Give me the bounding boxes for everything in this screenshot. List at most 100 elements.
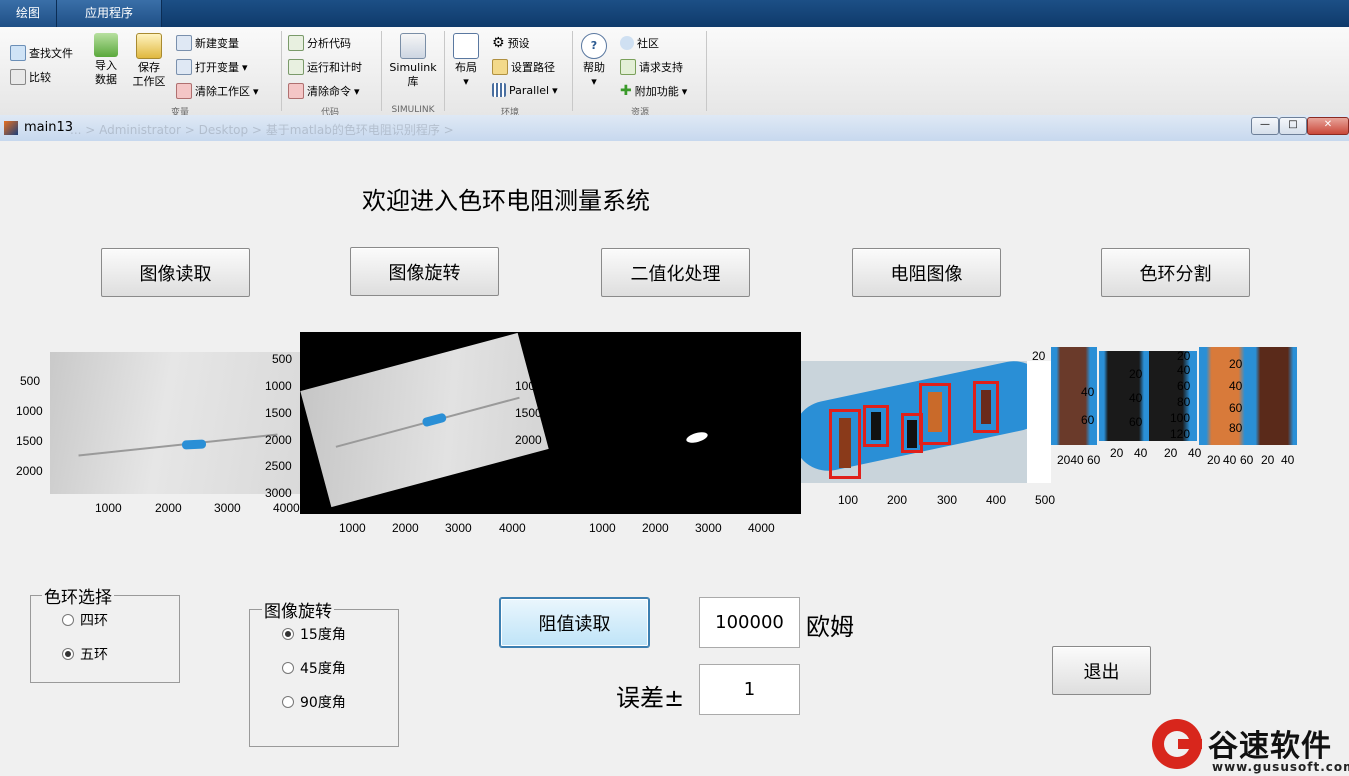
close-button[interactable]: ✕ (1307, 117, 1349, 135)
resistor-image-axes (801, 361, 1027, 483)
divider (572, 31, 573, 111)
clear-commands-button[interactable]: 清除命令 ▾ (288, 83, 360, 99)
radio-45-degree[interactable]: 45度角 (282, 658, 346, 678)
axis-tick: 2500 (265, 459, 292, 473)
save-workspace-icon (136, 33, 162, 59)
analyze-code-icon (288, 35, 304, 51)
page-title: 欢迎进入色环电阻测量系统 (362, 187, 650, 215)
request-support-button[interactable]: 请求支持 (620, 59, 683, 75)
axis-tick: 4000 (273, 501, 300, 515)
axis-tick: 4000 (748, 521, 775, 535)
binary-blob (685, 430, 709, 445)
axis-tick: 300 (937, 493, 958, 507)
radio-90-degree[interactable]: 90度角 (282, 692, 346, 712)
axis-tick: 500 (20, 374, 41, 388)
maximize-button[interactable]: □ (1279, 117, 1307, 135)
axis-tick: 80 (1177, 395, 1191, 409)
set-path-label: 设置路径 (511, 61, 555, 74)
new-variable-button[interactable]: 新建变量 (176, 35, 239, 51)
compare-button[interactable]: 比较 (10, 69, 51, 85)
resistor-body (181, 439, 207, 450)
radio-five-ring[interactable]: 五环 (62, 644, 108, 664)
axis-tick: 120 (1170, 427, 1191, 441)
axis-tick: 20 (1229, 357, 1243, 371)
ribbon-tab-bar: 绘图 应用程序 (0, 0, 1349, 27)
simulink-library-button[interactable]: Simulink 库 (386, 33, 440, 89)
axis-tick: 500 (272, 352, 293, 366)
resistance-value-field[interactable]: 100000 (699, 597, 800, 648)
open-variable-icon (176, 59, 192, 75)
axis-tick: 100 (838, 493, 859, 507)
find-files-button[interactable]: 查找文件 (10, 45, 73, 61)
add-ons-button[interactable]: ✚ 附加功能 ▾ (620, 83, 687, 99)
tolerance-value-field[interactable]: 1 (699, 664, 800, 715)
axis-tick: 2000 (16, 464, 43, 478)
clear-workspace-label: 清除工作区 (195, 85, 250, 98)
radio-circle[interactable] (62, 648, 74, 660)
axis-tick: 60 (1081, 413, 1095, 427)
ring-selection-title: 色环选择 (42, 583, 114, 608)
simulink-label-2: 库 (407, 75, 419, 88)
chevron-down-icon: ▾ (253, 84, 259, 98)
axis-tick: 1500 (515, 406, 542, 420)
radio-label: 45度角 (300, 661, 346, 677)
preferences-button[interactable]: ⚙ 预设 (492, 35, 530, 51)
tab-plots[interactable]: 绘图 (0, 0, 57, 27)
ribbon-toolbar: 查找文件 比较 导入 数据 保存 工作区 新建变量 打开变量 ▾ 清除工作区 ▾… (0, 27, 1349, 118)
save-workspace-button[interactable]: 保存 工作区 (130, 33, 168, 89)
axis-tick: 2000 (642, 521, 669, 535)
clear-workspace-button[interactable]: 清除工作区 ▾ (176, 83, 259, 99)
new-variable-label: 新建变量 (195, 37, 239, 50)
rotate-image-button[interactable]: 图像旋转 (350, 247, 499, 296)
axis-tick: 40 (1081, 385, 1095, 399)
axis-tick: 2000 (265, 433, 292, 447)
new-variable-icon (176, 35, 192, 51)
request-support-label: 请求支持 (639, 61, 683, 74)
parallel-button[interactable]: Parallel ▾ (492, 83, 558, 97)
minimize-button[interactable]: — (1251, 117, 1279, 135)
chevron-down-icon: ▾ (463, 75, 469, 88)
community-button[interactable]: 社区 (620, 35, 659, 51)
resistor-image-button[interactable]: 电阻图像 (852, 248, 1001, 297)
axis-tick: 40 (1229, 379, 1243, 393)
radio-circle[interactable] (282, 696, 294, 708)
analyze-code-button[interactable]: 分析代码 (288, 35, 351, 51)
axis-tick: 3000 (445, 521, 472, 535)
axis-tick: 20 (1110, 446, 1124, 460)
exit-button[interactable]: 退出 (1052, 646, 1151, 695)
radio-circle[interactable] (282, 628, 294, 640)
ring-selection-panel (30, 595, 180, 683)
ring-segment-button[interactable]: 色环分割 (1101, 248, 1250, 297)
chevron-down-icon: ▾ (552, 83, 558, 97)
axis-tick: 1000 (589, 521, 616, 535)
simulink-icon (400, 33, 426, 59)
read-image-button[interactable]: 图像读取 (101, 248, 250, 297)
run-and-time-button[interactable]: 运行和计时 (288, 59, 362, 75)
import-label-1: 导入 (95, 59, 117, 72)
axis-tick: 1000 (515, 379, 542, 393)
axis-tick: 60 (1087, 453, 1101, 467)
radio-four-ring[interactable]: 四环 (62, 610, 108, 630)
axis-tick: 1000 (339, 521, 366, 535)
layout-button[interactable]: 布局 ▾ (450, 33, 482, 89)
open-variable-button[interactable]: 打开变量 ▾ (176, 59, 248, 75)
tab-apps[interactable]: 应用程序 (57, 0, 162, 27)
axis-tick: 40 (1177, 363, 1191, 377)
axis-tick: 60 (1229, 401, 1243, 415)
axis-tick: 500 (1035, 493, 1056, 507)
chevron-down-icon: ▾ (591, 75, 597, 88)
axis-tick: 20 (1032, 349, 1046, 363)
radio-circle[interactable] (282, 662, 294, 674)
read-resistance-button[interactable]: 阻值读取 (500, 598, 649, 647)
radio-circle[interactable] (62, 614, 74, 626)
save-label-1: 保存 (138, 61, 160, 74)
axis-tick: 60 (1240, 453, 1254, 467)
add-ons-label: 附加功能 (634, 85, 679, 98)
axis-tick: 20 (1177, 349, 1191, 363)
help-button[interactable]: ? 帮助 ▾ (578, 33, 610, 89)
radio-15-degree[interactable]: 15度角 (282, 624, 346, 644)
import-data-button[interactable]: 导入 数据 (90, 33, 122, 87)
binarize-button[interactable]: 二值化处理 (601, 248, 750, 297)
set-path-button[interactable]: 设置路径 (492, 59, 555, 75)
radio-label: 四环 (80, 613, 108, 629)
